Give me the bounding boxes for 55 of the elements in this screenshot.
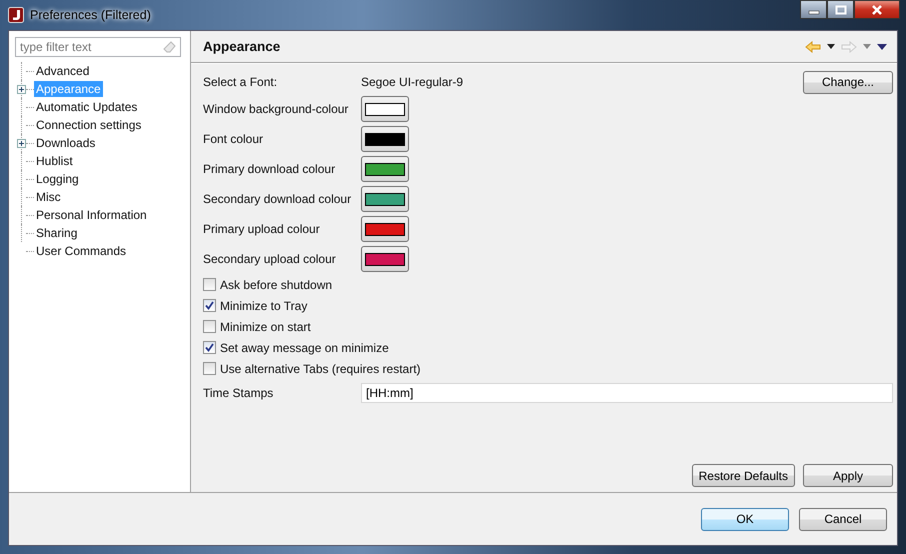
close-button[interactable] [854,0,900,19]
minimize-button[interactable] [800,0,827,19]
colour-button[interactable] [361,156,409,182]
colour-button[interactable] [361,246,409,272]
colour-label: Secondary download colour [203,192,352,206]
colour-label: Primary upload colour [203,222,321,236]
tree-item[interactable]: Downloads [34,135,98,151]
checkbox-label: Use alternative Tabs (requires restart) [220,362,421,376]
tree-item[interactable]: Misc [34,189,63,205]
ok-button[interactable]: OK [701,508,789,530]
dropdown-icon[interactable] [827,44,835,49]
maximize-icon [834,4,846,14]
checkbox[interactable] [203,320,216,333]
cancel-button[interactable]: Cancel [799,508,887,530]
maximize-button[interactable] [827,0,854,19]
tree-item[interactable]: Sharing [34,225,80,241]
checkbox-label: Ask before shutdown [220,278,332,292]
change-button[interactable]: Change... [803,70,893,94]
colour-button[interactable] [361,186,409,212]
colour-button[interactable] [361,126,409,152]
checkbox-label: Minimize on start [220,320,311,334]
colour-label: Font colour [203,132,264,146]
tree-item[interactable]: Personal Information [34,207,149,223]
tree-item[interactable]: Hublist [34,153,75,169]
colour-button[interactable] [361,96,409,122]
colour-label: Primary download colour [203,162,336,176]
font-value: Segoe UI-regular-9 [361,75,464,89]
eraser-icon [163,41,177,53]
time-stamps-field[interactable]: [HH:mm] [361,383,893,403]
expand-icon[interactable] [17,84,26,94]
filter-field[interactable]: type filter text [15,37,181,57]
checkbox[interactable] [203,299,216,312]
menu-icon[interactable] [877,44,887,50]
tree-item[interactable]: Connection settings [34,117,144,133]
time-stamps-label: Time Stamps [203,386,274,400]
checkbox-label: Minimize to Tray [220,298,308,312]
tree-item[interactable]: Logging [34,171,81,187]
restore-defaults-button[interactable]: Restore Defaults [692,464,795,487]
checkbox[interactable] [203,278,216,291]
tree-item[interactable]: Automatic Updates [34,99,140,115]
colour-button[interactable] [361,216,409,242]
colour-label: Window background-colour [203,102,350,116]
window-title: Preferences (Filtered) [30,8,151,22]
checkbox-label: Set away message on minimize [220,340,389,354]
apply-button[interactable]: Apply [803,464,893,487]
page-title: Appearance [203,39,280,54]
tree-item[interactable]: Advanced [34,63,92,79]
expand-icon[interactable] [17,138,26,148]
app-icon [8,7,24,23]
colour-label: Secondary upload colour [203,252,337,266]
checkbox[interactable] [203,341,216,354]
close-icon [871,4,883,14]
tree-item[interactable]: User Commands [34,243,128,259]
font-label: Select a Font: [203,75,278,89]
checkbox[interactable] [203,362,216,375]
